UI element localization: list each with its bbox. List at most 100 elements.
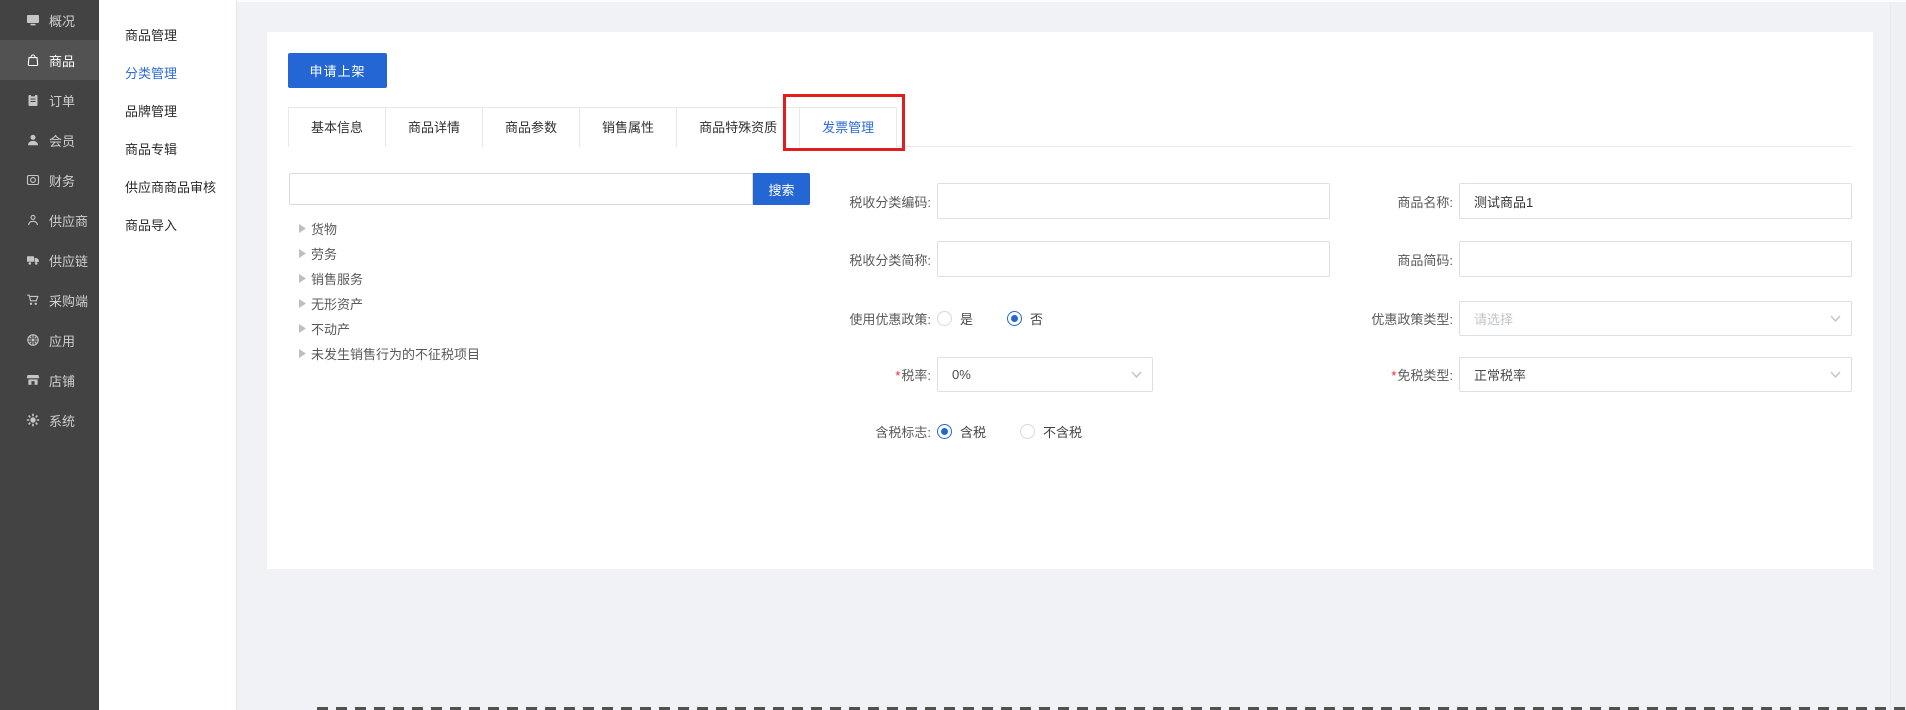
sidebar-item[interactable]: 会员 [0, 120, 99, 160]
chevron-down-icon [1131, 371, 1142, 378]
use-policy-option-no[interactable]: 否 [1007, 309, 1043, 328]
sidebar-item[interactable]: 订单 [0, 80, 99, 120]
tree-node[interactable]: 未发生销售行为的不征税项目 [295, 341, 480, 366]
sidebar-item[interactable]: 供应商 [0, 200, 99, 240]
form-row-use-policy: 使用优惠政策: 是 否 [761, 300, 1043, 336]
submenu-item[interactable]: 商品专辑 [99, 131, 236, 169]
bag-icon [26, 53, 40, 67]
apps-icon [26, 333, 40, 347]
tax-category-tree: 货物 劳务 销售服务 [295, 216, 480, 366]
submenu-item-label: 商品管理 [125, 28, 177, 43]
sidebar-item[interactable]: 商品 [0, 40, 99, 80]
tree-node[interactable]: 劳务 [295, 241, 480, 266]
tax-short-name-input[interactable] [937, 241, 1330, 277]
tax-included-radio-group: 含税 不含税 [937, 422, 1082, 441]
sidebar-item[interactable]: 概况 [0, 0, 99, 40]
policy-type-select[interactable]: 请选择 [1459, 301, 1852, 336]
tab[interactable]: 商品详情 [386, 108, 483, 147]
use-policy-option-yes[interactable]: 是 [937, 309, 973, 328]
policy-type-placeholder: 请选择 [1474, 309, 1513, 328]
tree-node[interactable]: 销售服务 [295, 266, 480, 291]
required-mark: * [1391, 368, 1396, 383]
sidebar-item[interactable]: 采购端 [0, 280, 99, 320]
content-card: 申请上架 基本信息 商品详情 商品参数 [267, 32, 1873, 569]
submenu-item[interactable]: 分类管理 [99, 55, 236, 93]
sidebar-item-label: 财务 [49, 171, 75, 190]
submenu-item-label: 商品导入 [125, 218, 177, 233]
form-row-tax-rate: *税率: 0% [761, 356, 1153, 392]
tab-label: 发票管理 [822, 120, 874, 135]
tree-node[interactable]: 无形资产 [295, 291, 480, 316]
tree-expand-icon[interactable] [295, 347, 309, 361]
free-tax-type-select[interactable]: 正常税率 [1459, 357, 1852, 392]
policy-type-label: 优惠政策类型: [1283, 309, 1453, 328]
tax-rate-select[interactable]: 0% [937, 357, 1153, 392]
tax-code-input[interactable] [937, 183, 1330, 219]
tree-node[interactable]: 货物 [295, 216, 480, 241]
radio-checked-icon [1007, 311, 1022, 326]
required-mark: * [895, 368, 900, 383]
sidebar-item-label: 供应商 [49, 211, 88, 230]
free-tax-type-value: 正常税率 [1474, 365, 1526, 384]
submenu-item[interactable]: 供应商商品审核 [99, 169, 236, 207]
tab[interactable]: 商品特殊资质 [677, 108, 800, 147]
sidebar-item-label: 概况 [49, 11, 75, 30]
tax-short-name-label: 税收分类简称: [761, 250, 931, 269]
sidebar-item[interactable]: 供应链 [0, 240, 99, 280]
secondary-menu: 商品管理 分类管理 品牌管理 商品专辑 供应商商品审核 商品导入 [99, 0, 237, 710]
tree-node[interactable]: 不动产 [295, 316, 480, 341]
tab-label: 销售属性 [602, 120, 654, 135]
sidebar-item[interactable]: 系统 [0, 400, 99, 440]
tree-node-label: 销售服务 [311, 269, 363, 288]
app-window: 概况 商品 订单 会员 财务 供应商 [0, 0, 1906, 710]
product-code-label: 商品简码: [1283, 250, 1453, 269]
sidebar-item[interactable]: 店铺 [0, 360, 99, 400]
tab-label: 基本信息 [311, 120, 363, 135]
sidebar-item-label: 系统 [49, 411, 75, 430]
sidebar-item-label: 应用 [49, 331, 75, 350]
tax-included-option-included[interactable]: 含税 [937, 422, 986, 441]
product-code-input[interactable] [1459, 241, 1852, 277]
tree-expand-icon[interactable] [295, 297, 309, 311]
tree-expand-icon[interactable] [295, 272, 309, 286]
tax-category-search-input[interactable] [289, 173, 753, 205]
tree-expand-icon[interactable] [295, 322, 309, 336]
sidebar-item[interactable]: 财务 [0, 160, 99, 200]
tax-rate-value: 0% [952, 367, 971, 382]
vertical-scrollbar[interactable] [1890, 2, 1906, 710]
tab[interactable]: 销售属性 [580, 108, 677, 147]
tree-node-label: 未发生销售行为的不征税项目 [311, 344, 480, 363]
monitor-icon [26, 13, 40, 27]
tax-code-label: 税收分类编码: [761, 192, 931, 211]
product-name-input[interactable] [1459, 183, 1852, 219]
product-name-label: 商品名称: [1283, 192, 1453, 211]
apply-listing-button[interactable]: 申请上架 [288, 53, 387, 88]
form-row-tax-code: 税收分类编码: [761, 183, 1330, 219]
tree-node-label: 货物 [311, 219, 337, 238]
tab-group: 基本信息 商品详情 商品参数 销售属性 [288, 107, 897, 147]
sidebar-item[interactable]: 应用 [0, 320, 99, 360]
tab[interactable]: 基本信息 [289, 108, 386, 147]
tree-expand-icon[interactable] [295, 247, 309, 261]
form-row-tax-short-name: 税收分类简称: [761, 241, 1330, 277]
submenu-item-label: 供应商商品审核 [125, 180, 216, 195]
submenu-item[interactable]: 品牌管理 [99, 93, 236, 131]
submenu-item[interactable]: 商品导入 [99, 207, 236, 245]
supplier-icon [26, 213, 40, 227]
use-policy-radio-group: 是 否 [937, 309, 1043, 328]
gear-icon [26, 413, 40, 427]
shop-icon [26, 373, 40, 387]
tab[interactable]: 商品参数 [483, 108, 580, 147]
cart-icon [26, 293, 40, 307]
primary-sidebar: 概况 商品 订单 会员 财务 供应商 [0, 0, 99, 710]
clipboard-icon [26, 93, 40, 107]
tax-included-option-excluded[interactable]: 不含税 [1020, 422, 1082, 441]
submenu-item[interactable]: 商品管理 [99, 17, 236, 55]
free-tax-type-label: *免税类型: [1283, 365, 1453, 384]
form-row-product-code: 商品简码: [1283, 241, 1852, 277]
form-row-tax-included: 含税标志: 含税 不含税 [761, 413, 1082, 449]
tree-expand-icon[interactable] [295, 222, 309, 236]
tab[interactable]: 发票管理 [800, 108, 896, 147]
submenu-item-label: 分类管理 [125, 66, 177, 81]
top-divider [237, 0, 1906, 2]
